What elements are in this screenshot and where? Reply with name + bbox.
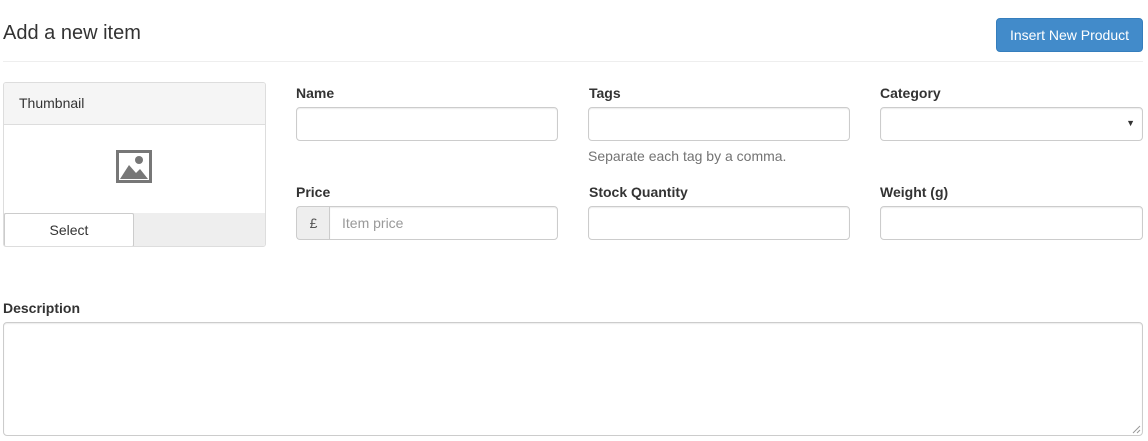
thumbnail-footer: Select: [4, 213, 265, 246]
image-icon: [116, 150, 152, 183]
page-title: Add a new item: [3, 22, 141, 44]
thumbnail-heading: Thumbnail: [4, 83, 265, 125]
price-input[interactable]: Item price: [329, 206, 558, 240]
name-input[interactable]: [296, 107, 558, 141]
chevron-down-icon: ▼: [1126, 118, 1135, 128]
weight-label: Weight (g): [880, 184, 949, 200]
weight-input[interactable]: [880, 206, 1143, 240]
header-divider: [3, 61, 1143, 62]
stock-quantity-input[interactable]: [588, 206, 850, 240]
resize-handle-icon[interactable]: [1132, 425, 1141, 434]
tags-help-text: Separate each tag by a comma.: [588, 148, 787, 164]
thumbnail-preview: [4, 125, 265, 213]
description-label: Description: [3, 300, 81, 316]
description-textarea[interactable]: [3, 322, 1143, 436]
category-label: Category: [880, 85, 941, 101]
price-label: Price: [296, 184, 331, 200]
name-label: Name: [296, 85, 335, 101]
stock-quantity-label: Stock Quantity: [589, 184, 688, 200]
currency-addon: £: [296, 206, 330, 240]
insert-new-product-button[interactable]: Insert New Product: [996, 18, 1143, 52]
tags-input[interactable]: [588, 107, 850, 141]
price-input-group: £ Item price: [296, 206, 558, 240]
select-thumbnail-button[interactable]: Select: [4, 213, 134, 246]
thumbnail-panel: Thumbnail Select: [3, 82, 266, 247]
category-select[interactable]: ▼: [880, 107, 1143, 141]
tags-label: Tags: [589, 85, 621, 101]
